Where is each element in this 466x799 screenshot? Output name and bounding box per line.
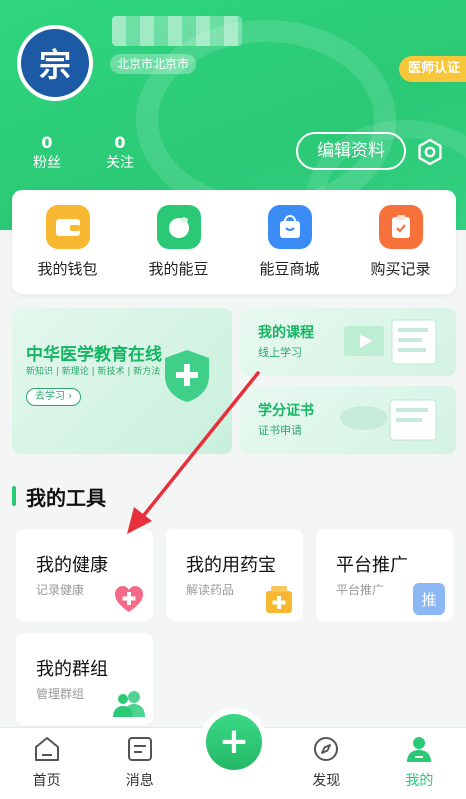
tab-label: 首页: [32, 773, 61, 789]
clipboard-icon: [378, 205, 423, 249]
course-illustration-icon: [344, 319, 437, 365]
tool-subtitle: 管理群组: [36, 687, 85, 701]
credit-title: 学分证书: [258, 403, 314, 419]
tab-profile[interactable]: 我的: [373, 728, 466, 799]
my-courses-banner[interactable]: 我的课程 线上学习: [240, 308, 456, 376]
tab-messages[interactable]: 消息: [93, 728, 186, 799]
tab-home[interactable]: 首页: [0, 728, 93, 799]
avatar[interactable]: 宗: [17, 25, 93, 101]
bean-icon: [156, 205, 201, 249]
fans-label: 粉丝: [33, 155, 61, 171]
fans-count: 0: [41, 133, 53, 152]
follow-stat[interactable]: 0 关注: [90, 134, 150, 174]
heart-plus-icon: [115, 586, 143, 612]
tool-my-groups[interactable]: 我的群组 管理群组: [16, 633, 153, 725]
courses-title: 我的课程: [258, 325, 314, 341]
tool-title: 平台推广: [336, 555, 408, 576]
tab-discover[interactable]: 发现: [280, 728, 373, 799]
banner-subtitle: 新知识 | 新理论 | 新技术 | 新方法: [26, 367, 161, 377]
courses-subtitle: 线上学习: [258, 346, 302, 359]
wallet-label: 我的钱包: [37, 260, 98, 278]
follow-label: 关注: [106, 155, 134, 171]
banner-title: 中华医学教育在线: [26, 345, 162, 365]
tools-section-title: 我的工具: [26, 485, 106, 510]
profile-icon: [407, 737, 432, 762]
home-icon: [34, 737, 59, 761]
wallet-icon: [45, 205, 90, 249]
tool-subtitle: 记录健康: [36, 583, 85, 597]
credit-certificate-banner[interactable]: 学分证书 证书申请: [240, 386, 456, 454]
wallet-item-records[interactable]: 购买记录: [345, 190, 456, 294]
education-banner[interactable]: 中华医学教育在线 新知识 | 新理论 | 新技术 | 新方法 去学习 ›: [12, 308, 232, 454]
go-learn-button[interactable]: 去学习 ›: [26, 388, 82, 406]
doctor-certification-badge[interactable]: 医师认证: [398, 56, 466, 82]
certificate-illustration-icon: [340, 399, 437, 441]
section-accent-bar: [12, 486, 16, 506]
tool-title: 我的群组: [36, 659, 108, 680]
tab-label: 我的: [405, 773, 434, 789]
records-label: 购买记录: [370, 260, 431, 278]
tool-my-medicine[interactable]: 我的用药宝 解读药品: [166, 529, 303, 621]
credit-subtitle: 证书申请: [258, 424, 302, 437]
compass-icon: [314, 737, 339, 761]
tab-label: 消息: [125, 773, 154, 789]
tab-label: 发现: [312, 773, 341, 789]
shield-plus-icon: [165, 350, 209, 402]
plus-icon: +: [206, 714, 262, 770]
fans-stat[interactable]: 0 粉丝: [17, 134, 77, 174]
wallet-item-mall[interactable]: 能豆商城: [234, 190, 345, 294]
add-button[interactable]: +: [200, 708, 268, 776]
mall-label: 能豆商城: [259, 260, 320, 278]
group-icon: [113, 691, 145, 717]
tools-section-header: 我的工具: [12, 482, 106, 510]
location-badge: 北京市北京市: [110, 54, 197, 74]
tool-title: 我的健康: [36, 555, 108, 576]
tool-title: 我的用药宝: [186, 555, 276, 576]
medicine-box-icon: [266, 586, 292, 613]
wallet-card: 我的钱包 我的能豆 能豆商城 购买记录: [12, 190, 456, 294]
tool-subtitle: 平台推广: [336, 583, 385, 597]
follow-count: 0: [114, 133, 126, 152]
message-icon: [127, 737, 152, 761]
settings-icon[interactable]: [416, 138, 444, 166]
beans-label: 我的能豆: [148, 260, 209, 278]
shopping-bag-icon: [267, 205, 312, 249]
tool-my-health[interactable]: 我的健康 记录健康: [16, 529, 153, 621]
tool-subtitle: 解读药品: [186, 583, 235, 597]
wallet-item-wallet[interactable]: 我的钱包: [12, 190, 123, 294]
tool-platform-promotion[interactable]: 平台推广 平台推广 推: [316, 529, 453, 621]
wallet-item-beans[interactable]: 我的能豆: [123, 190, 234, 294]
blurred-username: [112, 16, 242, 46]
avatar-logo: 宗: [21, 29, 89, 97]
edit-profile-button[interactable]: 编辑资料: [296, 132, 406, 170]
promote-icon: 推: [413, 583, 445, 615]
